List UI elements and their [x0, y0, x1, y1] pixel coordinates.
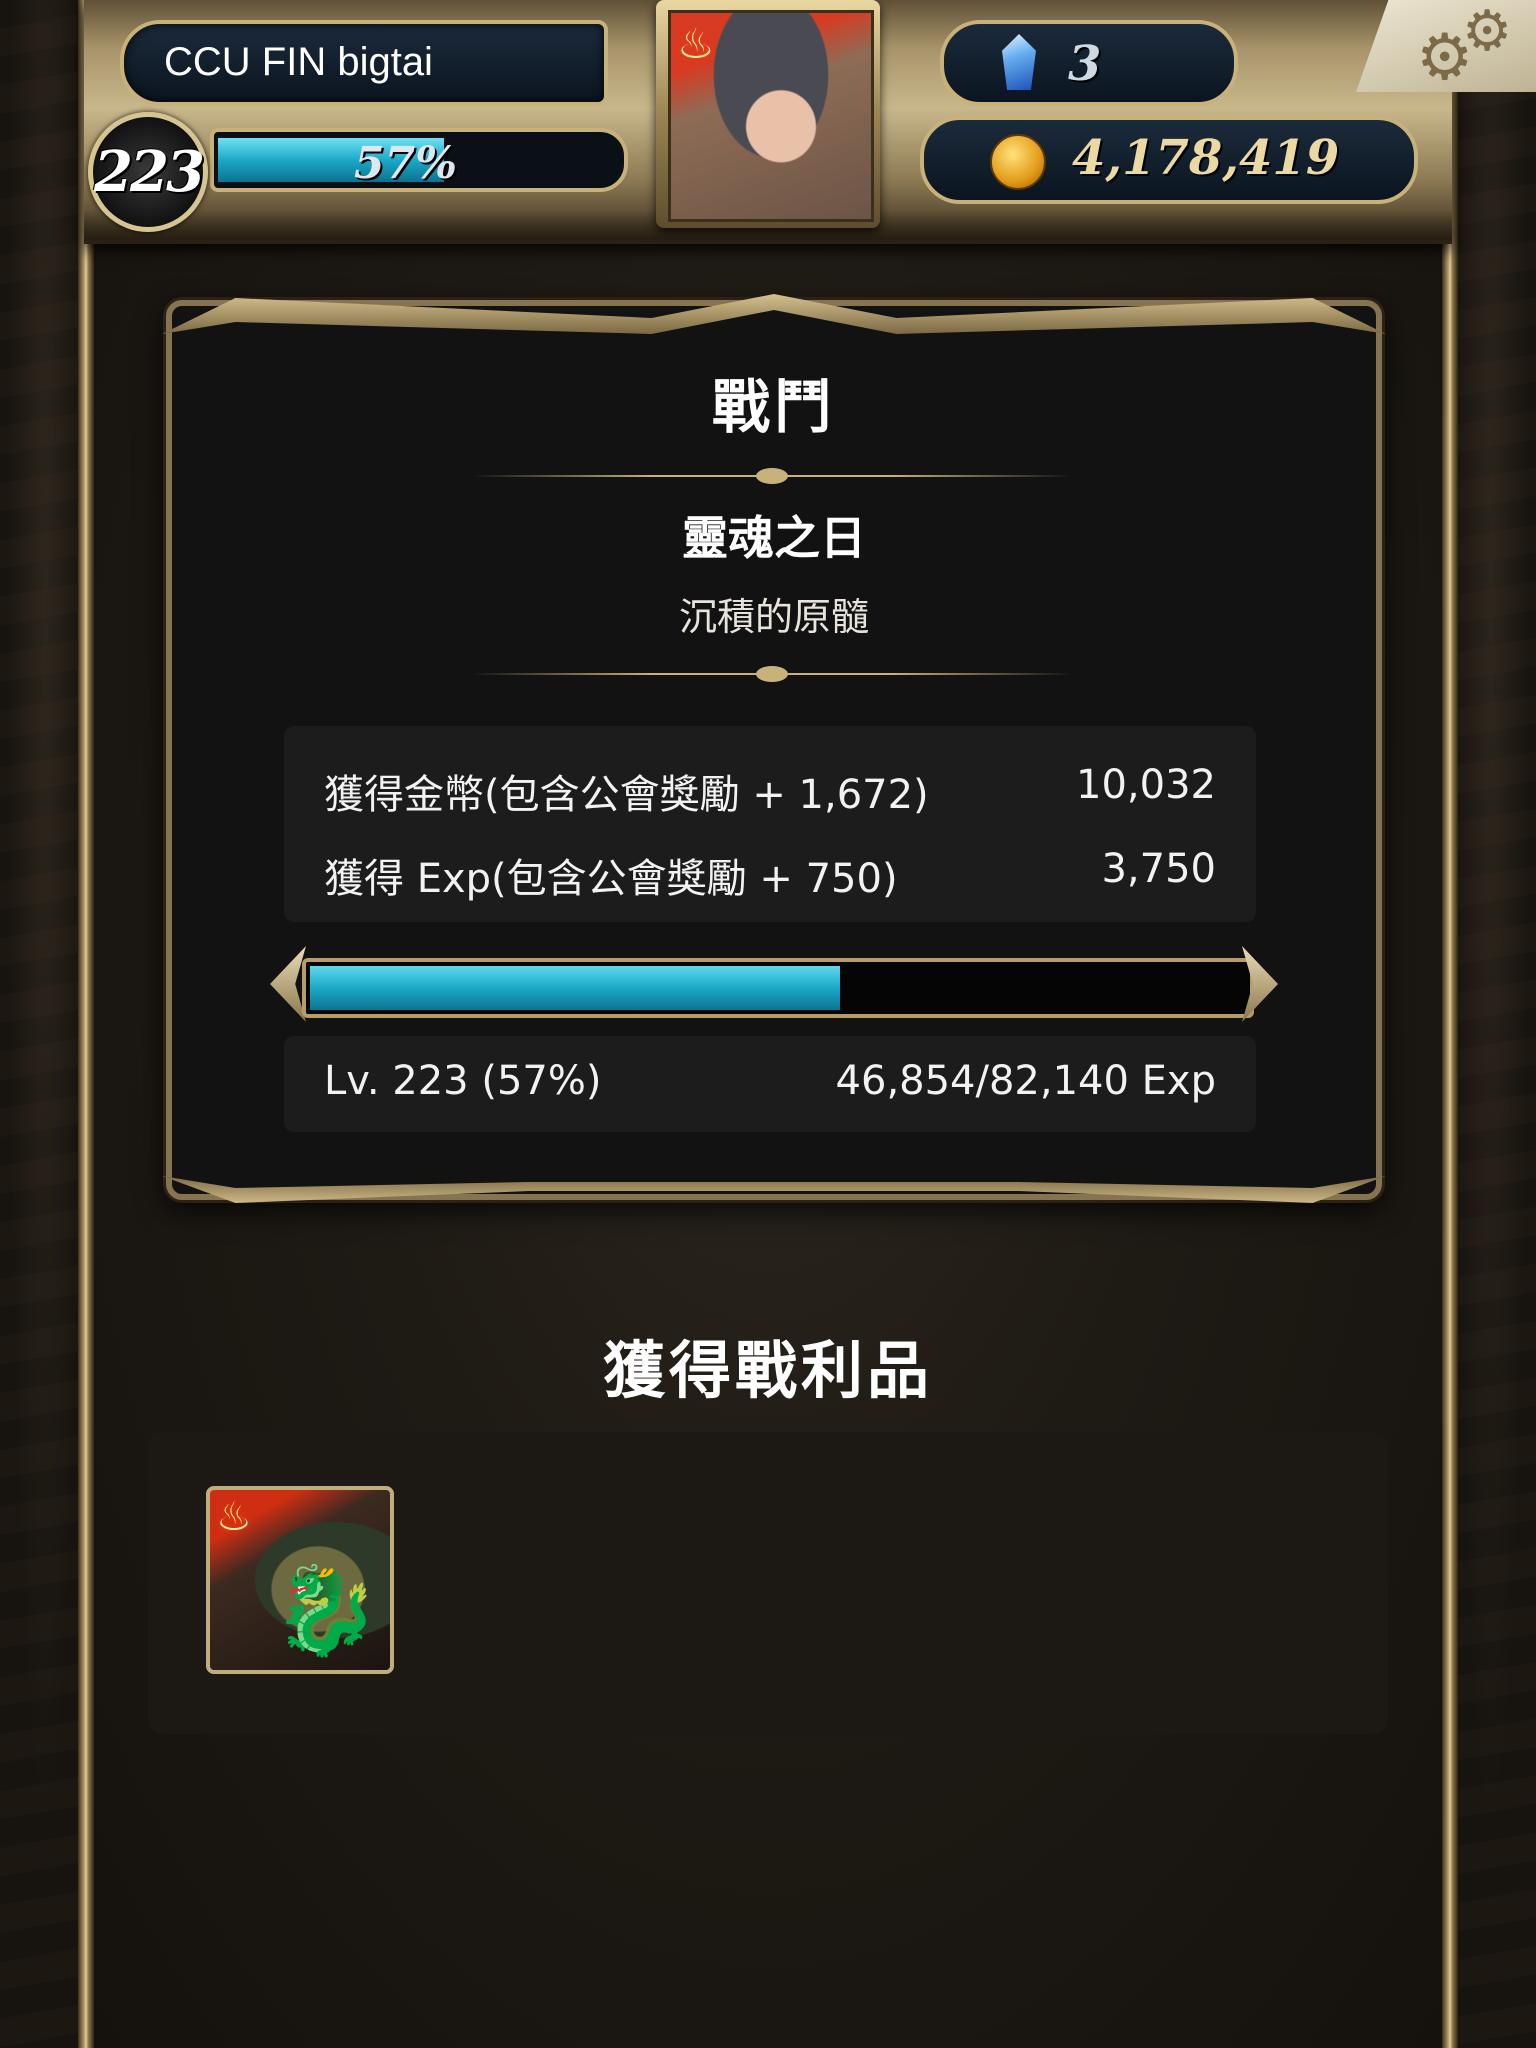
- loot-title: 獲得戰利品: [602, 1334, 933, 1407]
- right-background: [1446, 0, 1536, 2048]
- player-name: CCU FIN bigtai: [164, 40, 433, 84]
- reward-gold-label: 獲得金幣(包含公會獎勵 + 1,672): [324, 772, 929, 818]
- player-exp-percent: 57%: [354, 138, 458, 189]
- player-name-plate[interactable]: CCU FIN bigtai: [120, 20, 608, 106]
- reward-exp-label: 獲得 Exp(包含公會獎勵 + 750): [324, 856, 898, 902]
- gold-coin-icon: [990, 134, 1046, 190]
- player-level-badge: 223: [88, 112, 208, 232]
- reward-row-exp: 獲得 Exp(包含公會獎勵 + 750) 3,750: [324, 838, 1216, 902]
- crystal-counter[interactable]: 3: [940, 20, 1238, 106]
- gold-amount: 4,178,419: [1072, 130, 1340, 186]
- exp-text: 46,854/82,140 Exp: [835, 1058, 1216, 1104]
- level-progress-bar: [302, 958, 1254, 1018]
- stage-name: 靈魂之日: [682, 511, 866, 565]
- gear-icon: ⚙: [1462, 0, 1513, 64]
- level-text: Lv. 223 (57%): [324, 1058, 602, 1104]
- reward-gold-value: 10,032: [1076, 762, 1216, 808]
- rewards-box: 獲得金幣(包含公會獎勵 + 1,672) 10,032 獲得 Exp(包含公會獎…: [284, 726, 1256, 922]
- divider: [472, 666, 1072, 682]
- stage-subtitle: 沉積的原髓: [678, 595, 869, 639]
- left-background: [0, 0, 90, 2048]
- battle-result-panel: 戰鬥 靈魂之日 沉積的原髓 獲得金幣(包含公會獎勵 + 1,672) 10,03…: [162, 294, 1386, 1203]
- level-progress-fill: [310, 966, 841, 1010]
- dragon-icon: 🐉: [272, 1561, 380, 1661]
- exp-bar-cap-left: [270, 946, 306, 1022]
- fire-element-icon: ♨: [216, 1494, 252, 1540]
- panel-ornament-top: [162, 294, 1386, 334]
- loot-box: ♨ 🐉: [148, 1432, 1388, 1734]
- gold-counter: 4,178,419: [920, 116, 1418, 204]
- divider: [472, 468, 1072, 484]
- reward-exp-value: 3,750: [1101, 846, 1216, 892]
- reward-row-gold: 獲得金幣(包含公會獎勵 + 1,672) 10,032: [324, 754, 1216, 818]
- loot-item-dragon-card[interactable]: ♨ 🐉: [206, 1486, 394, 1674]
- crystal-count: 3: [1068, 36, 1102, 92]
- player-exp-bar: 57%: [210, 128, 628, 192]
- player-level: 223: [94, 139, 205, 205]
- level-info-box: Lv. 223 (57%) 46,854/82,140 Exp: [284, 1036, 1256, 1132]
- battle-title: 戰鬥: [711, 373, 836, 441]
- left-frame-border: [78, 0, 94, 2048]
- fire-element-icon: ♨: [677, 19, 715, 68]
- leader-portrait[interactable]: ♨: [656, 0, 880, 228]
- right-frame-border: [1442, 0, 1458, 2048]
- leader-portrait-image: ♨: [668, 10, 874, 222]
- blue-crystal-icon: [1002, 34, 1036, 90]
